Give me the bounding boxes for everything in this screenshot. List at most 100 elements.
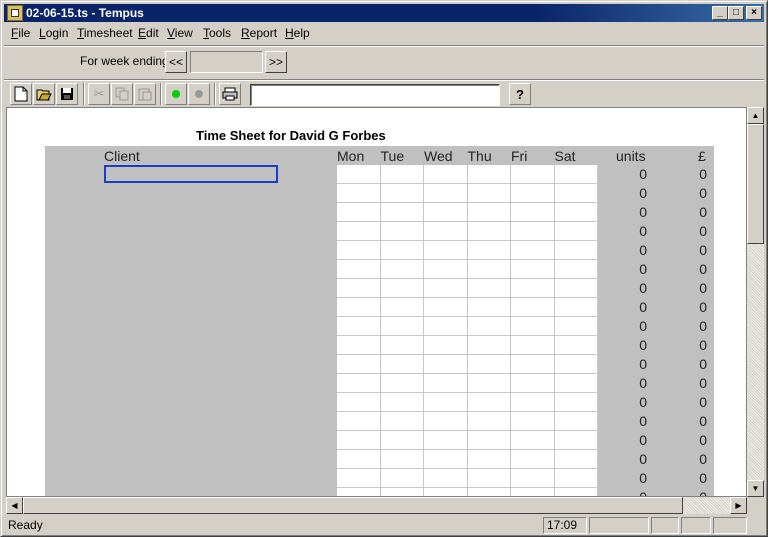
vertical-scrollbar[interactable]: ▲ ▼ [747,107,764,497]
hours-cell[interactable] [424,260,468,279]
hours-cell[interactable] [424,241,468,260]
hours-cell[interactable] [511,203,555,222]
menu-help[interactable]: Help [285,26,310,40]
hours-cell[interactable] [380,355,424,374]
hours-cell[interactable] [554,393,598,412]
hours-cell[interactable] [424,469,468,488]
hours-cell[interactable] [337,298,381,317]
hours-cell[interactable] [380,374,424,393]
hours-cell[interactable] [424,450,468,469]
hours-cell[interactable] [554,203,598,222]
hours-cell[interactable] [511,488,555,496]
new-file-icon[interactable] [10,83,32,105]
hours-cell[interactable] [424,488,468,496]
hours-cell[interactable] [424,279,468,298]
hours-cell[interactable] [554,279,598,298]
scroll-down-button[interactable]: ▼ [747,480,764,497]
hours-cell[interactable] [424,298,468,317]
client-field[interactable] [104,165,278,183]
hours-cell[interactable] [337,241,381,260]
hours-cell[interactable] [554,355,598,374]
hours-cell[interactable] [554,184,598,203]
hours-cell[interactable] [467,412,511,431]
hours-cell[interactable] [511,450,555,469]
hours-cell[interactable] [380,412,424,431]
menu-timesheet[interactable]: Timesheet [77,26,133,40]
next-week-button[interactable]: >> [265,51,287,73]
week-ending-field[interactable] [190,51,263,73]
hours-cell[interactable] [424,165,468,184]
hours-cell[interactable] [468,488,511,496]
hours-cell[interactable] [467,260,511,279]
hours-cell[interactable] [555,488,598,496]
hours-cell[interactable] [511,355,555,374]
hours-cell[interactable] [511,374,555,393]
hours-cell[interactable] [467,317,511,336]
hours-cell[interactable] [337,431,381,450]
hours-cell[interactable] [554,336,598,355]
hours-cell[interactable] [380,450,424,469]
hours-cell[interactable] [380,241,424,260]
hours-cell[interactable] [337,450,381,469]
hours-cell[interactable] [554,469,598,488]
open-folder-icon[interactable] [33,83,55,105]
menu-view[interactable]: View [167,26,193,40]
hours-cell[interactable] [467,241,511,260]
hours-cell[interactable] [337,336,381,355]
hours-cell[interactable] [337,203,381,222]
hours-cell[interactable] [554,222,598,241]
hours-cell[interactable] [511,317,555,336]
hours-cell[interactable] [511,431,555,450]
toolbar-search-input[interactable] [250,84,500,106]
print-icon[interactable] [219,83,241,105]
hours-cell[interactable] [554,165,598,184]
close-button[interactable]: × [746,6,762,20]
hours-cell[interactable] [467,393,511,412]
hours-cell[interactable] [511,393,555,412]
hours-cell[interactable] [554,412,598,431]
hours-cell[interactable] [467,450,511,469]
scroll-left-button[interactable]: ◀ [6,497,23,514]
hours-cell[interactable] [380,260,424,279]
hours-cell[interactable] [554,450,598,469]
hours-cell[interactable] [467,469,511,488]
hours-cell[interactable] [337,317,381,336]
hours-cell[interactable] [511,241,555,260]
hours-cell[interactable] [424,336,468,355]
grey-status-icon[interactable] [188,83,210,105]
hours-cell[interactable] [467,222,511,241]
hours-cell[interactable] [337,412,381,431]
hours-cell[interactable] [424,355,468,374]
hours-cell[interactable] [467,184,511,203]
cut-icon[interactable]: ✂ [88,83,110,105]
hours-cell[interactable] [467,374,511,393]
scroll-right-button[interactable]: ▶ [730,497,747,514]
hours-cell[interactable] [554,374,598,393]
hours-cell[interactable] [380,469,424,488]
hours-cell[interactable] [511,412,555,431]
hours-cell[interactable] [554,317,598,336]
prev-week-button[interactable]: << [165,51,187,73]
hours-cell[interactable] [337,488,381,496]
paste-icon[interactable] [134,83,156,105]
hours-cell[interactable] [467,431,511,450]
horizontal-scroll-thumb[interactable] [23,497,683,514]
hours-cell[interactable] [380,336,424,355]
hours-cell[interactable] [337,469,381,488]
menu-report[interactable]: Report [241,26,277,40]
scroll-up-button[interactable]: ▲ [747,107,764,124]
vertical-scroll-thumb[interactable] [747,124,764,244]
hours-cell[interactable] [511,298,555,317]
hours-cell[interactable] [424,412,468,431]
hours-cell[interactable] [554,241,598,260]
copy-icon[interactable] [111,83,133,105]
hours-cell[interactable] [424,184,468,203]
hours-cell[interactable] [424,222,468,241]
hours-cell[interactable] [337,165,381,184]
hours-cell[interactable] [337,374,381,393]
green-status-icon[interactable] [165,83,187,105]
hours-cell[interactable] [337,184,381,203]
hours-cell[interactable] [467,203,511,222]
hours-cell[interactable] [467,355,511,374]
hours-cell[interactable] [380,317,424,336]
